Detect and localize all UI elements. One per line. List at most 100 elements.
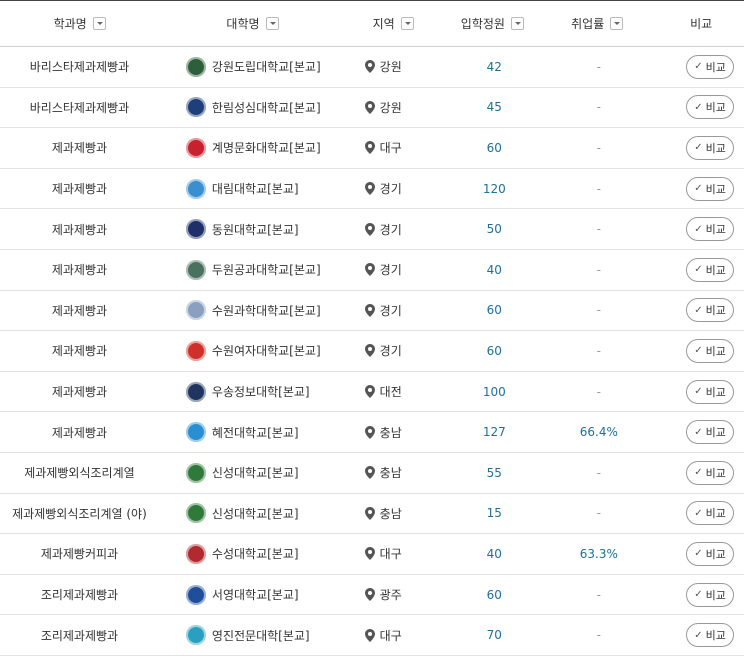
compare-button[interactable]: ✓ 비교	[686, 582, 735, 607]
univ-cell: 동원대학교[본교]	[159, 209, 347, 249]
region-name: 강원	[379, 100, 402, 115]
univ-cell: 계명문화대학교[본교]	[159, 128, 347, 168]
dept-cell: 바리스타제과제빵과	[0, 88, 159, 128]
table-header: 학과명 대학명 지역 입학정원 취업률 비교	[0, 1, 744, 47]
compare-cell: ✓ 비교	[658, 291, 744, 331]
dept-cell: 조리제과제빵과	[0, 575, 159, 615]
sort-employment-button[interactable]	[610, 17, 624, 30]
quota-cell: 120	[443, 169, 546, 209]
compare-button[interactable]: ✓ 비교	[686, 541, 735, 566]
univ-name[interactable]: 혜전대학교[본교]	[212, 424, 299, 441]
dept-name: 제과제빵외식조리계열 (야)	[12, 506, 147, 521]
map-pin-icon	[364, 588, 375, 602]
compare-button[interactable]: ✓ 비교	[686, 257, 735, 282]
quota-cell: 55	[443, 453, 546, 493]
univ-name[interactable]: 영진전문대학[본교]	[212, 627, 310, 644]
compare-label: 비교	[705, 182, 726, 196]
quota-value: 120	[482, 181, 506, 196]
dept-cell: 조리제과제빵과	[0, 615, 159, 655]
compare-cell: ✓ 비교	[658, 575, 744, 615]
compare-button[interactable]: ✓ 비교	[686, 176, 735, 201]
dept-cell: 제과제빵과	[0, 331, 159, 371]
map-pin-icon	[364, 263, 375, 277]
header-quota-label: 입학정원	[460, 17, 505, 31]
region-name: 대전	[379, 385, 402, 400]
compare-cell: ✓ 비교	[658, 250, 744, 290]
dept-name: 바리스타제과제빵과	[29, 100, 130, 115]
quota-cell: 70	[443, 615, 546, 655]
univ-name[interactable]: 한림성심대학교[본교]	[212, 99, 321, 116]
univ-name[interactable]: 우송정보대학[본교]	[212, 383, 310, 400]
compare-button[interactable]: ✓ 비교	[686, 420, 735, 445]
univ-name[interactable]: 수원여자대학교[본교]	[212, 342, 321, 359]
univ-name[interactable]: 서영대학교[본교]	[212, 586, 299, 603]
dept-name: 제과제빵과	[51, 222, 108, 237]
univ-logo-emblem-icon	[185, 56, 206, 77]
header-compare-label: 비교	[690, 17, 713, 31]
quota-value: 40	[486, 546, 502, 561]
check-icon: ✓	[694, 61, 703, 73]
map-pin-icon	[364, 100, 375, 114]
univ-name[interactable]: 두원공과대학교[본교]	[212, 261, 321, 278]
quota-cell: 50	[443, 209, 546, 249]
employment-value: -	[596, 506, 602, 521]
quota-value: 127	[482, 425, 506, 440]
compare-button[interactable]: ✓ 비교	[686, 623, 735, 648]
compare-button[interactable]: ✓ 비교	[686, 298, 735, 323]
header-region-label: 지역	[372, 17, 395, 31]
sort-dept-button[interactable]	[92, 17, 106, 30]
compare-button[interactable]: ✓ 비교	[686, 379, 735, 404]
sort-quota-button[interactable]	[510, 17, 524, 30]
dept-cell: 제과제빵과	[0, 250, 159, 290]
region-cell: 대구	[347, 534, 443, 574]
quota-cell: 42	[443, 47, 546, 87]
compare-label: 비교	[705, 263, 726, 277]
region-name: 경기	[379, 182, 402, 197]
univ-name[interactable]: 대림대학교[본교]	[212, 180, 299, 197]
region-cell: 충남	[347, 453, 443, 493]
compare-button[interactable]: ✓ 비교	[686, 95, 735, 120]
region-cell: 경기	[347, 250, 443, 290]
compare-button[interactable]: ✓ 비교	[686, 501, 735, 526]
map-pin-icon	[364, 182, 375, 196]
univ-name[interactable]: 신성대학교[본교]	[212, 464, 299, 481]
header-dept-label: 학과명	[53, 17, 87, 31]
dept-name: 제과제빵과	[51, 344, 108, 359]
results-table: 학과명 대학명 지역 입학정원 취업률 비교 바리스타제과제빵과 강원도립대학교…	[0, 0, 744, 656]
compare-button[interactable]: ✓ 비교	[686, 135, 735, 160]
compare-button[interactable]: ✓ 비교	[686, 54, 735, 79]
dept-name: 제과제빵과	[51, 263, 108, 278]
employment-value: -	[596, 181, 602, 196]
region-cell: 경기	[347, 209, 443, 249]
univ-name[interactable]: 수성대학교[본교]	[212, 545, 299, 562]
quota-value: 40	[486, 262, 502, 277]
header-quota: 입학정원	[441, 1, 544, 46]
check-icon: ✓	[694, 629, 703, 641]
map-pin-icon	[364, 547, 375, 561]
sort-region-button[interactable]	[400, 17, 414, 30]
employment-cell: -	[546, 250, 652, 290]
univ-cell: 수성대학교[본교]	[159, 534, 347, 574]
univ-name[interactable]: 계명문화대학교[본교]	[212, 139, 321, 156]
univ-cell: 수원과학대학교[본교]	[159, 291, 347, 331]
region-name: 충남	[379, 506, 402, 521]
map-pin-icon	[364, 222, 375, 236]
univ-name[interactable]: 강원도립대학교[본교]	[212, 58, 321, 75]
region-cell: 광주	[347, 575, 443, 615]
compare-button[interactable]: ✓ 비교	[686, 460, 735, 485]
table-row: 제과제빵외식조리계열 신성대학교[본교] 충남 55 - ✓ 비교	[0, 453, 744, 494]
compare-button[interactable]: ✓ 비교	[686, 217, 735, 242]
quota-cell: 40	[443, 534, 546, 574]
compare-cell: ✓ 비교	[658, 169, 744, 209]
univ-name[interactable]: 수원과학대학교[본교]	[212, 302, 321, 319]
employment-value: -	[596, 140, 602, 155]
check-icon: ✓	[694, 345, 703, 357]
univ-name[interactable]: 신성대학교[본교]	[212, 505, 299, 522]
univ-cell: 한림성심대학교[본교]	[159, 88, 347, 128]
map-pin-icon	[364, 385, 375, 399]
sort-univ-button[interactable]	[265, 17, 279, 30]
region-cell: 강원	[347, 47, 443, 87]
quota-value: 60	[486, 140, 502, 155]
univ-name[interactable]: 동원대학교[본교]	[212, 221, 299, 238]
compare-button[interactable]: ✓ 비교	[686, 338, 735, 363]
